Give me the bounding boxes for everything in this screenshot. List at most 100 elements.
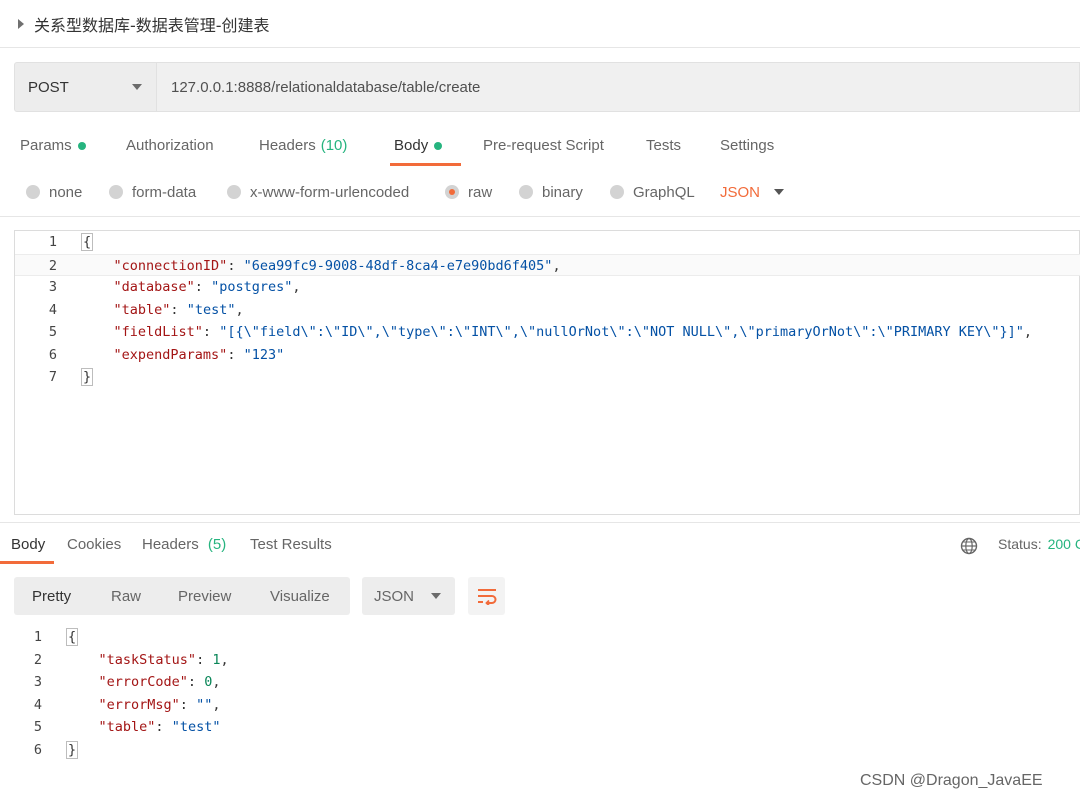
body-format-select[interactable]: JSON: [720, 178, 785, 206]
json-value: "123": [243, 346, 285, 363]
code-content: "table": "test": [98, 719, 221, 735]
tab-body[interactable]: Body: [389, 128, 462, 166]
line-number: 6: [48, 346, 57, 363]
json-key: "table": [113, 301, 171, 318]
line-number: 7: [48, 369, 57, 385]
code-content: {: [81, 231, 94, 253]
code-line: 6}: [0, 739, 1066, 761]
open-brace: {: [66, 628, 79, 646]
watermark: CSDN @Dragon_JavaEE: [860, 772, 1043, 789]
resp-tab-cookies[interactable]: Cookies: [67, 528, 121, 564]
line-number: 4: [33, 696, 42, 713]
code-content: "table": "test",: [113, 301, 244, 318]
code-line: 5 "table": "test": [0, 716, 1066, 738]
code-content: }: [66, 739, 79, 761]
json-key: "errorCode": [98, 674, 188, 690]
code-line: 7}: [15, 366, 1080, 388]
resp-tab-headers[interactable]: Headers (5): [142, 528, 226, 564]
radio-graphql[interactable]: GraphQL: [610, 178, 695, 206]
json-key: "expendParams": [113, 346, 228, 363]
view-raw-button[interactable]: Raw: [111, 577, 141, 615]
response-view-modes: Pretty Raw Preview Visualize: [14, 577, 350, 615]
method-label: POST: [28, 78, 69, 96]
radio-icon: [26, 185, 40, 199]
json-key: "errorMsg": [98, 696, 180, 713]
code-content: {: [66, 626, 79, 648]
radio-icon: [227, 185, 241, 199]
request-body-editor[interactable]: 1{2 "connectionID": "6ea99fc9-9008-48df-…: [14, 230, 1080, 515]
url-input[interactable]: 127.0.0.1:8888/relationaldatabase/table/…: [157, 62, 1080, 112]
tab-settings[interactable]: Settings: [720, 128, 774, 166]
view-preview-button[interactable]: Preview: [178, 577, 231, 615]
tab-authorization[interactable]: Authorization: [126, 128, 214, 166]
chevron-down-icon: [774, 189, 785, 195]
line-number: 3: [48, 279, 57, 295]
code-line: 4 "errorMsg": "",: [0, 694, 1066, 716]
json-key: "connectionID": [113, 257, 228, 274]
close-brace: }: [81, 368, 94, 386]
code-content: "expendParams": "123": [113, 346, 285, 363]
line-number: 2: [33, 651, 42, 668]
json-comma: ,: [235, 301, 244, 318]
request-title-bar[interactable]: 关系型数据库-数据表管理-创建表: [0, 0, 1080, 48]
line-number: 5: [33, 719, 42, 735]
radio-none[interactable]: none: [26, 178, 82, 206]
code-content: "fieldList": "[{\"field\":\"ID\",\"type\…: [113, 324, 1032, 340]
tab-label: Cookies: [67, 536, 122, 553]
method-select[interactable]: POST: [14, 62, 157, 112]
code-line: 3 "database": "postgres",: [15, 276, 1080, 298]
code-line: 1{: [15, 231, 1080, 253]
code-content: "connectionID": "6ea99fc9-9008-48df-8ca4…: [113, 257, 561, 274]
params-indicator-dot: [77, 142, 86, 150]
radio-binary[interactable]: binary: [519, 178, 583, 206]
tab-label: Pre-request Script: [483, 137, 604, 154]
tab-label: Test Results: [250, 536, 332, 553]
response-format-label: JSON: [374, 587, 415, 605]
radio-icon: [610, 185, 624, 199]
view-pretty-button[interactable]: Pretty: [32, 577, 71, 615]
line-number: 1: [48, 234, 57, 250]
tab-label: Body: [11, 536, 46, 553]
wrap-lines-button[interactable]: [468, 577, 505, 615]
code-content: "taskStatus": 1,: [98, 651, 229, 668]
tab-params[interactable]: Params: [20, 128, 86, 166]
divider: [0, 522, 1080, 523]
code-content: "errorMsg": "",: [98, 696, 221, 713]
radio-urlencoded[interactable]: x-www-form-urlencoded: [227, 178, 409, 206]
globe-icon[interactable]: [960, 537, 978, 555]
json-value: "test": [186, 301, 236, 318]
code-content: "database": "postgres",: [113, 279, 301, 295]
json-comma: ,: [212, 696, 221, 713]
json-comma: ,: [212, 674, 221, 690]
line-number: 4: [48, 301, 57, 318]
tab-headers[interactable]: Headers (10): [259, 128, 347, 166]
radio-form-data[interactable]: form-data: [109, 178, 196, 206]
code-line: 4 "table": "test",: [15, 299, 1080, 321]
json-value: "6ea99fc9-9008-48df-8ca4-e7e90bd6f405": [243, 257, 553, 274]
tab-label: Body: [394, 137, 429, 154]
body-format-label: JSON: [720, 183, 761, 201]
radio-icon: [109, 185, 123, 199]
caret-right-icon[interactable]: [18, 18, 24, 29]
tab-label: Params: [20, 137, 72, 154]
radio-label: raw: [468, 183, 493, 201]
response-format-select[interactable]: JSON: [362, 577, 455, 615]
resp-tab-test-results[interactable]: Test Results: [250, 528, 332, 564]
request-title: 关系型数据库-数据表管理-创建表: [34, 15, 270, 35]
resp-tab-body[interactable]: Body: [0, 528, 55, 564]
code-line: 3 "errorCode": 0,: [0, 671, 1066, 693]
radio-raw[interactable]: raw: [445, 178, 492, 206]
chevron-down-icon: [132, 84, 142, 90]
line-number: 3: [33, 674, 42, 690]
tab-pre-request-script[interactable]: Pre-request Script: [483, 128, 604, 166]
radio-label: none: [49, 183, 83, 201]
code-line: 5 "fieldList": "[{\"field\":\"ID\",\"typ…: [15, 321, 1080, 343]
json-value: "[{\"field\":\"ID\",\"type\":\"INT\",\"n…: [219, 324, 1024, 340]
close-brace: }: [66, 740, 79, 759]
line-number: 2: [48, 257, 57, 274]
view-visualize-button[interactable]: Visualize: [270, 577, 330, 615]
radio-selected-icon: [445, 185, 459, 199]
code-content: "errorCode": 0,: [98, 674, 221, 690]
json-comma: ,: [1023, 324, 1032, 340]
tab-tests[interactable]: Tests: [646, 128, 681, 166]
